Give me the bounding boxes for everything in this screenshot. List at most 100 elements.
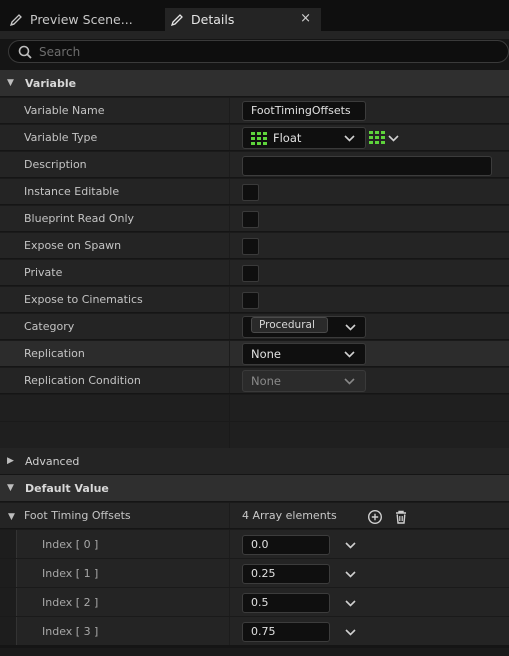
dropdown-value: None [251, 374, 282, 388]
column-divider[interactable] [229, 530, 230, 558]
array-element-row: Index [ 2 ] 0.5 [0, 587, 509, 616]
column-divider[interactable] [229, 617, 230, 645]
column-divider[interactable] [229, 206, 230, 231]
element-value-input[interactable]: 0.0 [242, 535, 330, 555]
panel-header [0, 31, 509, 39]
pencil-icon [169, 12, 185, 28]
add-element-icon[interactable] [367, 509, 383, 525]
trash-icon[interactable] [393, 509, 409, 525]
description-input[interactable] [242, 156, 492, 176]
row-blueprint-read-only: Blueprint Read Only [0, 205, 509, 231]
indent-line [16, 588, 17, 616]
variable-name-input[interactable]: FootTimingOffsets [242, 101, 366, 121]
chevron-down-icon [344, 135, 355, 142]
empty-row [0, 421, 509, 448]
property-label: Description [24, 158, 87, 171]
category-value[interactable]: Procedural [251, 317, 328, 333]
replication-dropdown[interactable]: None [242, 343, 366, 365]
indent-gutter [0, 617, 16, 645]
container-type-dropdown[interactable] [369, 130, 401, 146]
indent-line [16, 530, 17, 558]
column-divider[interactable] [229, 559, 230, 587]
indent-line [16, 617, 17, 645]
property-label: Variable Name [24, 104, 105, 117]
row-replication: Replication None [0, 340, 509, 366]
dropdown-value: Float [273, 131, 302, 145]
row-expose-to-cinematics: Expose to Cinematics [0, 286, 509, 312]
dropdown-value: None [251, 347, 282, 361]
tab-preview-scene[interactable]: Preview Scene... [4, 8, 160, 31]
row-replication-condition: Replication Condition None [0, 367, 509, 393]
chevron-right-icon: ▶ [7, 456, 14, 466]
column-divider[interactable] [229, 341, 230, 366]
column-divider[interactable] [229, 314, 230, 339]
array-element-row: Index [ 3 ] 0.75 [0, 616, 509, 645]
element-label: Index [ 0 ] [42, 538, 99, 551]
column-divider[interactable] [229, 98, 230, 123]
section-default-value[interactable]: ▼ Default Value [0, 475, 509, 501]
chevron-down-icon[interactable] [345, 598, 356, 608]
element-value-input[interactable]: 0.5 [242, 593, 330, 613]
property-label: Expose on Spawn [24, 239, 122, 252]
section-title: Default Value [25, 481, 109, 495]
element-value-input[interactable]: 0.75 [242, 622, 330, 642]
blueprint-read-only-checkbox[interactable] [242, 211, 259, 228]
chevron-down-icon[interactable] [345, 569, 356, 579]
row-instance-editable: Instance Editable [0, 178, 509, 204]
column-divider[interactable] [229, 233, 230, 258]
float-pin-icon [251, 131, 267, 145]
row-variable-type: Variable Type Float [0, 124, 509, 150]
property-label: Category [24, 320, 75, 333]
element-label: Index [ 2 ] [42, 596, 99, 609]
chevron-down-icon [345, 324, 356, 331]
section-variable[interactable]: ▼ Variable [0, 70, 509, 96]
panel-footer [0, 648, 509, 656]
section-title: Advanced [25, 454, 80, 468]
chevron-down-icon[interactable]: ▼ [8, 512, 15, 522]
tab-label: Preview Scene... [30, 12, 133, 27]
property-label: Variable Type [24, 131, 98, 144]
column-divider[interactable] [229, 503, 230, 528]
row-category: Category Procedural [0, 313, 509, 339]
replication-condition-dropdown: None [242, 370, 366, 392]
array-element-row: Index [ 0 ] 0.0 [0, 529, 509, 558]
search-icon [18, 45, 32, 59]
property-label: Blueprint Read Only [24, 212, 135, 225]
expose-to-cinematics-checkbox[interactable] [242, 292, 259, 309]
instance-editable-checkbox[interactable] [242, 184, 259, 201]
private-checkbox[interactable] [242, 265, 259, 282]
element-label: Index [ 1 ] [42, 567, 99, 580]
column-divider[interactable] [229, 287, 230, 312]
property-label: Instance Editable [24, 185, 120, 198]
expose-on-spawn-checkbox[interactable] [242, 238, 259, 255]
section-title: Variable [25, 76, 77, 90]
column-divider [229, 395, 230, 421]
array-count: 4 Array elements [242, 509, 337, 522]
search-placeholder: Search [39, 44, 81, 59]
search-field[interactable]: Search [8, 40, 509, 63]
chevron-down-icon[interactable] [345, 540, 356, 550]
column-divider[interactable] [229, 588, 230, 616]
close-icon[interactable]: × [300, 11, 311, 26]
single-container-icon [369, 131, 385, 144]
variable-type-dropdown[interactable]: Float [242, 127, 366, 149]
chevron-down-icon [344, 378, 355, 385]
element-value-input[interactable]: 0.25 [242, 564, 330, 584]
column-divider[interactable] [229, 125, 230, 150]
row-description: Description [0, 151, 509, 177]
indent-gutter [0, 530, 16, 558]
column-divider[interactable] [229, 179, 230, 204]
row-private: Private [0, 259, 509, 285]
property-label: Replication Condition [24, 374, 141, 387]
row-foot-timing-offsets: ▼ Foot Timing Offsets 4 Array elements [0, 502, 509, 528]
tab-details[interactable]: Details × [165, 8, 321, 31]
row-expose-on-spawn: Expose on Spawn [0, 232, 509, 258]
section-advanced[interactable]: ▶ Advanced [0, 448, 509, 474]
chevron-down-icon[interactable] [345, 627, 356, 637]
property-label: Expose to Cinematics [24, 293, 143, 306]
column-divider[interactable] [229, 368, 230, 393]
property-label: Replication [24, 347, 85, 360]
column-divider[interactable] [229, 260, 230, 285]
column-divider[interactable] [229, 152, 230, 177]
row-variable-name: Variable Name FootTimingOffsets [0, 97, 509, 123]
